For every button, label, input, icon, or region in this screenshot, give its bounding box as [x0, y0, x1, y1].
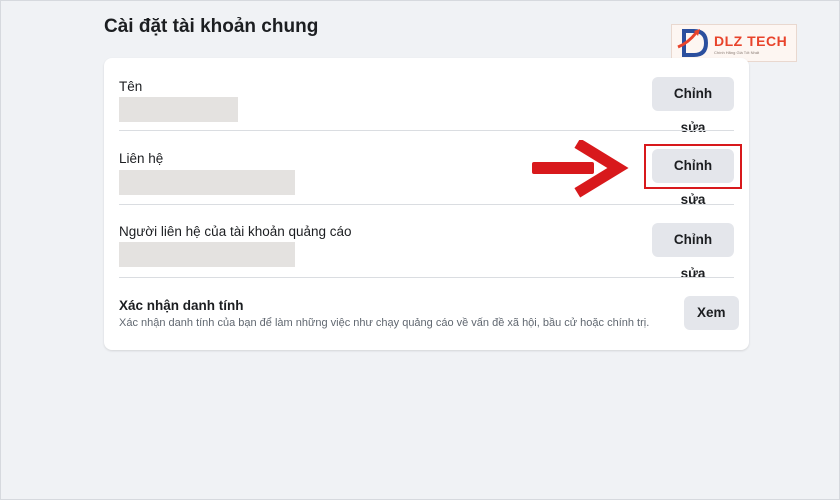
dlz-tech-logo: DLZ TECH Chính Hãng Giá Tốt Nhất	[671, 24, 797, 62]
row-label-name: Tên	[119, 79, 143, 94]
logo-tagline: Chính Hãng Giá Tốt Nhất	[714, 50, 760, 55]
highlight-box	[644, 144, 742, 189]
logo-brand: DLZ TECH	[714, 33, 788, 49]
settings-card: Tên Chỉnh sửa Liên hệ Chỉnh sửa Người li…	[104, 58, 749, 350]
edit-name-button[interactable]: Chỉnh sửa	[652, 77, 734, 135]
edit-ad-account-contact-button[interactable]: Chỉnh sửa	[652, 223, 734, 281]
row-label-identity: Xác nhận danh tính	[119, 298, 244, 313]
redacted-value-contact	[119, 170, 295, 195]
redacted-value-name	[119, 97, 238, 122]
row-label-contact: Liên hệ	[119, 151, 164, 166]
view-identity-button[interactable]: Xem	[684, 296, 739, 330]
red-arrow-right-icon	[532, 140, 629, 198]
settings-row-contact: Liên hệ Chỉnh sửa	[119, 131, 734, 207]
redacted-value-ad-account-contact	[119, 242, 295, 267]
settings-row-name: Tên Chỉnh sửa	[119, 58, 734, 135]
dlz-logo-icon	[677, 29, 709, 57]
page-title: Cài đặt tài khoản chung	[104, 16, 319, 37]
settings-row-identity: Xác nhận danh tính Xác nhận danh tính củ…	[119, 278, 739, 350]
identity-description: Xác nhận danh tính của bạn để làm những …	[119, 317, 650, 329]
settings-row-ad-account-contact: Người liên hệ của tài khoản quảng cáo Ch…	[119, 205, 734, 281]
row-label-ad-account-contact: Người liên hệ của tài khoản quảng cáo	[119, 224, 352, 239]
